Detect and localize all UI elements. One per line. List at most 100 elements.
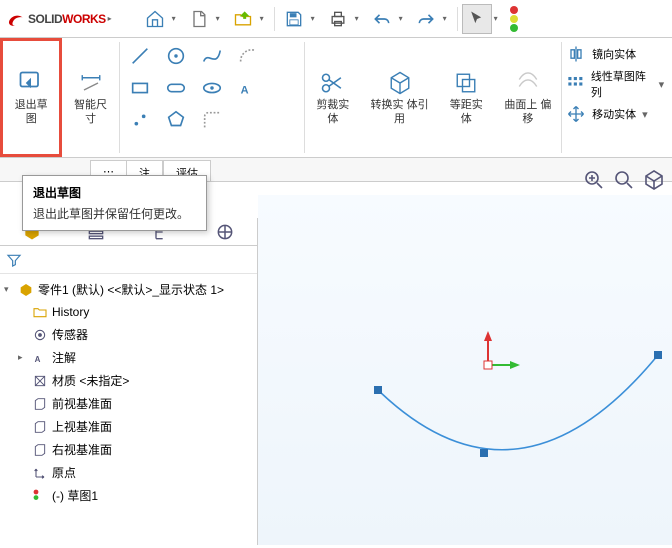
tree-filter-row — [0, 246, 257, 274]
arc-midpoint[interactable] — [480, 449, 488, 457]
dropdown-icon[interactable]: ▾ — [642, 108, 652, 121]
offset-button[interactable]: 等距实 体 — [438, 38, 494, 157]
text-icon[interactable]: A — [230, 72, 266, 104]
tree-sketch1[interactable]: (-) 草图1 — [2, 484, 255, 507]
fillet-icon[interactable] — [194, 104, 230, 136]
dropdown-icon[interactable]: ▾ — [216, 14, 226, 23]
app-logo: SOLIDWORKS — [6, 9, 106, 29]
annotation-icon: A — [32, 350, 48, 366]
tree-root-label: 零件1 (默认) <<默认>_显示状态 1> — [38, 281, 224, 298]
circle-icon[interactable] — [158, 40, 194, 72]
sketch-entities-grid: A — [120, 38, 304, 157]
material-icon — [32, 373, 48, 389]
polygon-icon[interactable] — [158, 104, 194, 136]
tree-right-label: 右视基准面 — [52, 441, 112, 458]
linear-pattern-button[interactable]: 线性草图阵列 ▾ — [566, 68, 668, 100]
tooltip-body: 退出此草图并保留任何更改。 — [33, 205, 196, 222]
offset-label: 等距实 体 — [444, 99, 488, 125]
arc-endpoint[interactable] — [374, 386, 382, 394]
dropdown-icon[interactable]: ▾ — [659, 78, 668, 91]
tree-history[interactable]: History — [2, 301, 255, 323]
dropdown-icon[interactable]: ▾ — [260, 14, 270, 23]
linear-pattern-label: 线性草图阵列 — [591, 68, 653, 100]
tree-annotations[interactable]: ▸ A 注解 — [2, 346, 255, 369]
dropdown-icon[interactable]: ▾ — [311, 14, 321, 23]
quick-access-toolbar: SOLIDWORKS ▸ ▾ ▾ ▾ ▾ ▾ ▾ ▾ ▾ — [0, 0, 672, 38]
expand-icon[interactable]: ▸ — [18, 352, 28, 363]
tree-front-plane[interactable]: 前视基准面 — [2, 392, 255, 415]
exit-sketch-label: 退出草 图 — [9, 99, 53, 125]
save-icon[interactable] — [279, 4, 309, 34]
tree-sketch-label: (-) 草图1 — [52, 487, 98, 504]
transform-group: 镜向实体 线性草图阵列 ▾ 移动实体 ▾ — [562, 38, 672, 157]
surface-offset-button: 曲面上 偏移 — [494, 38, 561, 157]
tree-origin[interactable]: 原点 — [2, 461, 255, 484]
select-icon[interactable] — [462, 4, 492, 34]
sketch-arc[interactable] — [378, 355, 658, 450]
origin-triad — [484, 331, 520, 369]
tree-material[interactable]: 材质 <未指定> — [2, 369, 255, 392]
filter-icon[interactable] — [6, 252, 22, 268]
plane-icon — [32, 396, 48, 412]
ellipse-icon[interactable] — [194, 72, 230, 104]
view-orientation-icon[interactable] — [642, 168, 666, 195]
point-icon[interactable] — [122, 104, 158, 136]
tooltip-title: 退出草图 — [33, 184, 196, 201]
tree-sensors[interactable]: 传感器 — [2, 323, 255, 346]
line-icon[interactable] — [122, 40, 158, 72]
tree-top-label: 上视基准面 — [52, 418, 112, 435]
dropdown-icon[interactable]: ▾ — [494, 14, 504, 23]
rebuild-status-icon — [510, 6, 518, 32]
print-icon[interactable] — [323, 4, 353, 34]
tree-sensors-label: 传感器 — [52, 326, 88, 343]
rectangle-icon[interactable] — [122, 72, 158, 104]
sensor-icon — [32, 327, 48, 343]
move-button[interactable]: 移动实体 ▾ — [566, 104, 668, 124]
mirror-label: 镜向实体 — [592, 46, 636, 62]
collapse-icon[interactable]: ▾ — [4, 284, 14, 295]
tree-material-label: 材质 <未指定> — [52, 372, 129, 389]
ribbon: 退出草 图 智能尺 寸 A 剪裁实 体 转换实 体引用 等距实 体 曲面 — [0, 38, 672, 158]
plane-icon — [32, 442, 48, 458]
feature-tree: ▾ 零件1 (默认) <<默认>_显示状态 1> History 传感器 ▸ A… — [0, 274, 257, 511]
surface-offset-label: 曲面上 偏移 — [500, 99, 555, 125]
redo-icon[interactable] — [411, 4, 441, 34]
exit-sketch-button[interactable]: 退出草 图 — [0, 38, 62, 157]
arc-icon[interactable] — [230, 40, 266, 72]
heads-up-view-toolbar — [582, 168, 666, 195]
zoom-area-icon[interactable] — [612, 168, 636, 195]
tree-front-label: 前视基准面 — [52, 395, 112, 412]
slot-icon[interactable] — [158, 72, 194, 104]
home-icon[interactable] — [140, 4, 170, 34]
plane-icon — [32, 419, 48, 435]
folder-icon — [32, 304, 48, 320]
origin-icon — [32, 465, 48, 481]
dropdown-icon[interactable]: ▾ — [172, 14, 182, 23]
zoom-fit-icon[interactable] — [582, 168, 606, 195]
tree-history-label: History — [52, 305, 89, 319]
smart-dimension-button[interactable]: 智能尺 寸 — [62, 38, 118, 157]
convert-label: 转换实 体引用 — [367, 99, 432, 125]
new-icon[interactable] — [184, 4, 214, 34]
trim-button[interactable]: 剪裁实 体 — [305, 38, 361, 157]
undo-icon[interactable] — [367, 4, 397, 34]
menu-dropdown-icon[interactable]: ▸ — [108, 14, 118, 23]
open-icon[interactable] — [228, 4, 258, 34]
tree-right-plane[interactable]: 右视基准面 — [2, 438, 255, 461]
tree-origin-label: 原点 — [52, 464, 76, 481]
mirror-button[interactable]: 镜向实体 — [566, 44, 668, 64]
spline-icon[interactable] — [194, 40, 230, 72]
graphics-area[interactable] — [258, 195, 672, 545]
dropdown-icon[interactable]: ▾ — [355, 14, 365, 23]
svg-text:A: A — [35, 355, 41, 364]
part-icon — [18, 282, 34, 298]
convert-button[interactable]: 转换实 体引用 — [361, 38, 438, 157]
tree-annotations-label: 注解 — [52, 349, 76, 366]
tree-top-plane[interactable]: 上视基准面 — [2, 415, 255, 438]
tree-root[interactable]: ▾ 零件1 (默认) <<默认>_显示状态 1> — [2, 278, 255, 301]
trim-label: 剪裁实 体 — [311, 99, 355, 125]
dropdown-icon[interactable]: ▾ — [443, 14, 453, 23]
smart-dimension-label: 智能尺 寸 — [68, 99, 112, 125]
dropdown-icon[interactable]: ▾ — [399, 14, 409, 23]
arc-endpoint[interactable] — [654, 351, 662, 359]
